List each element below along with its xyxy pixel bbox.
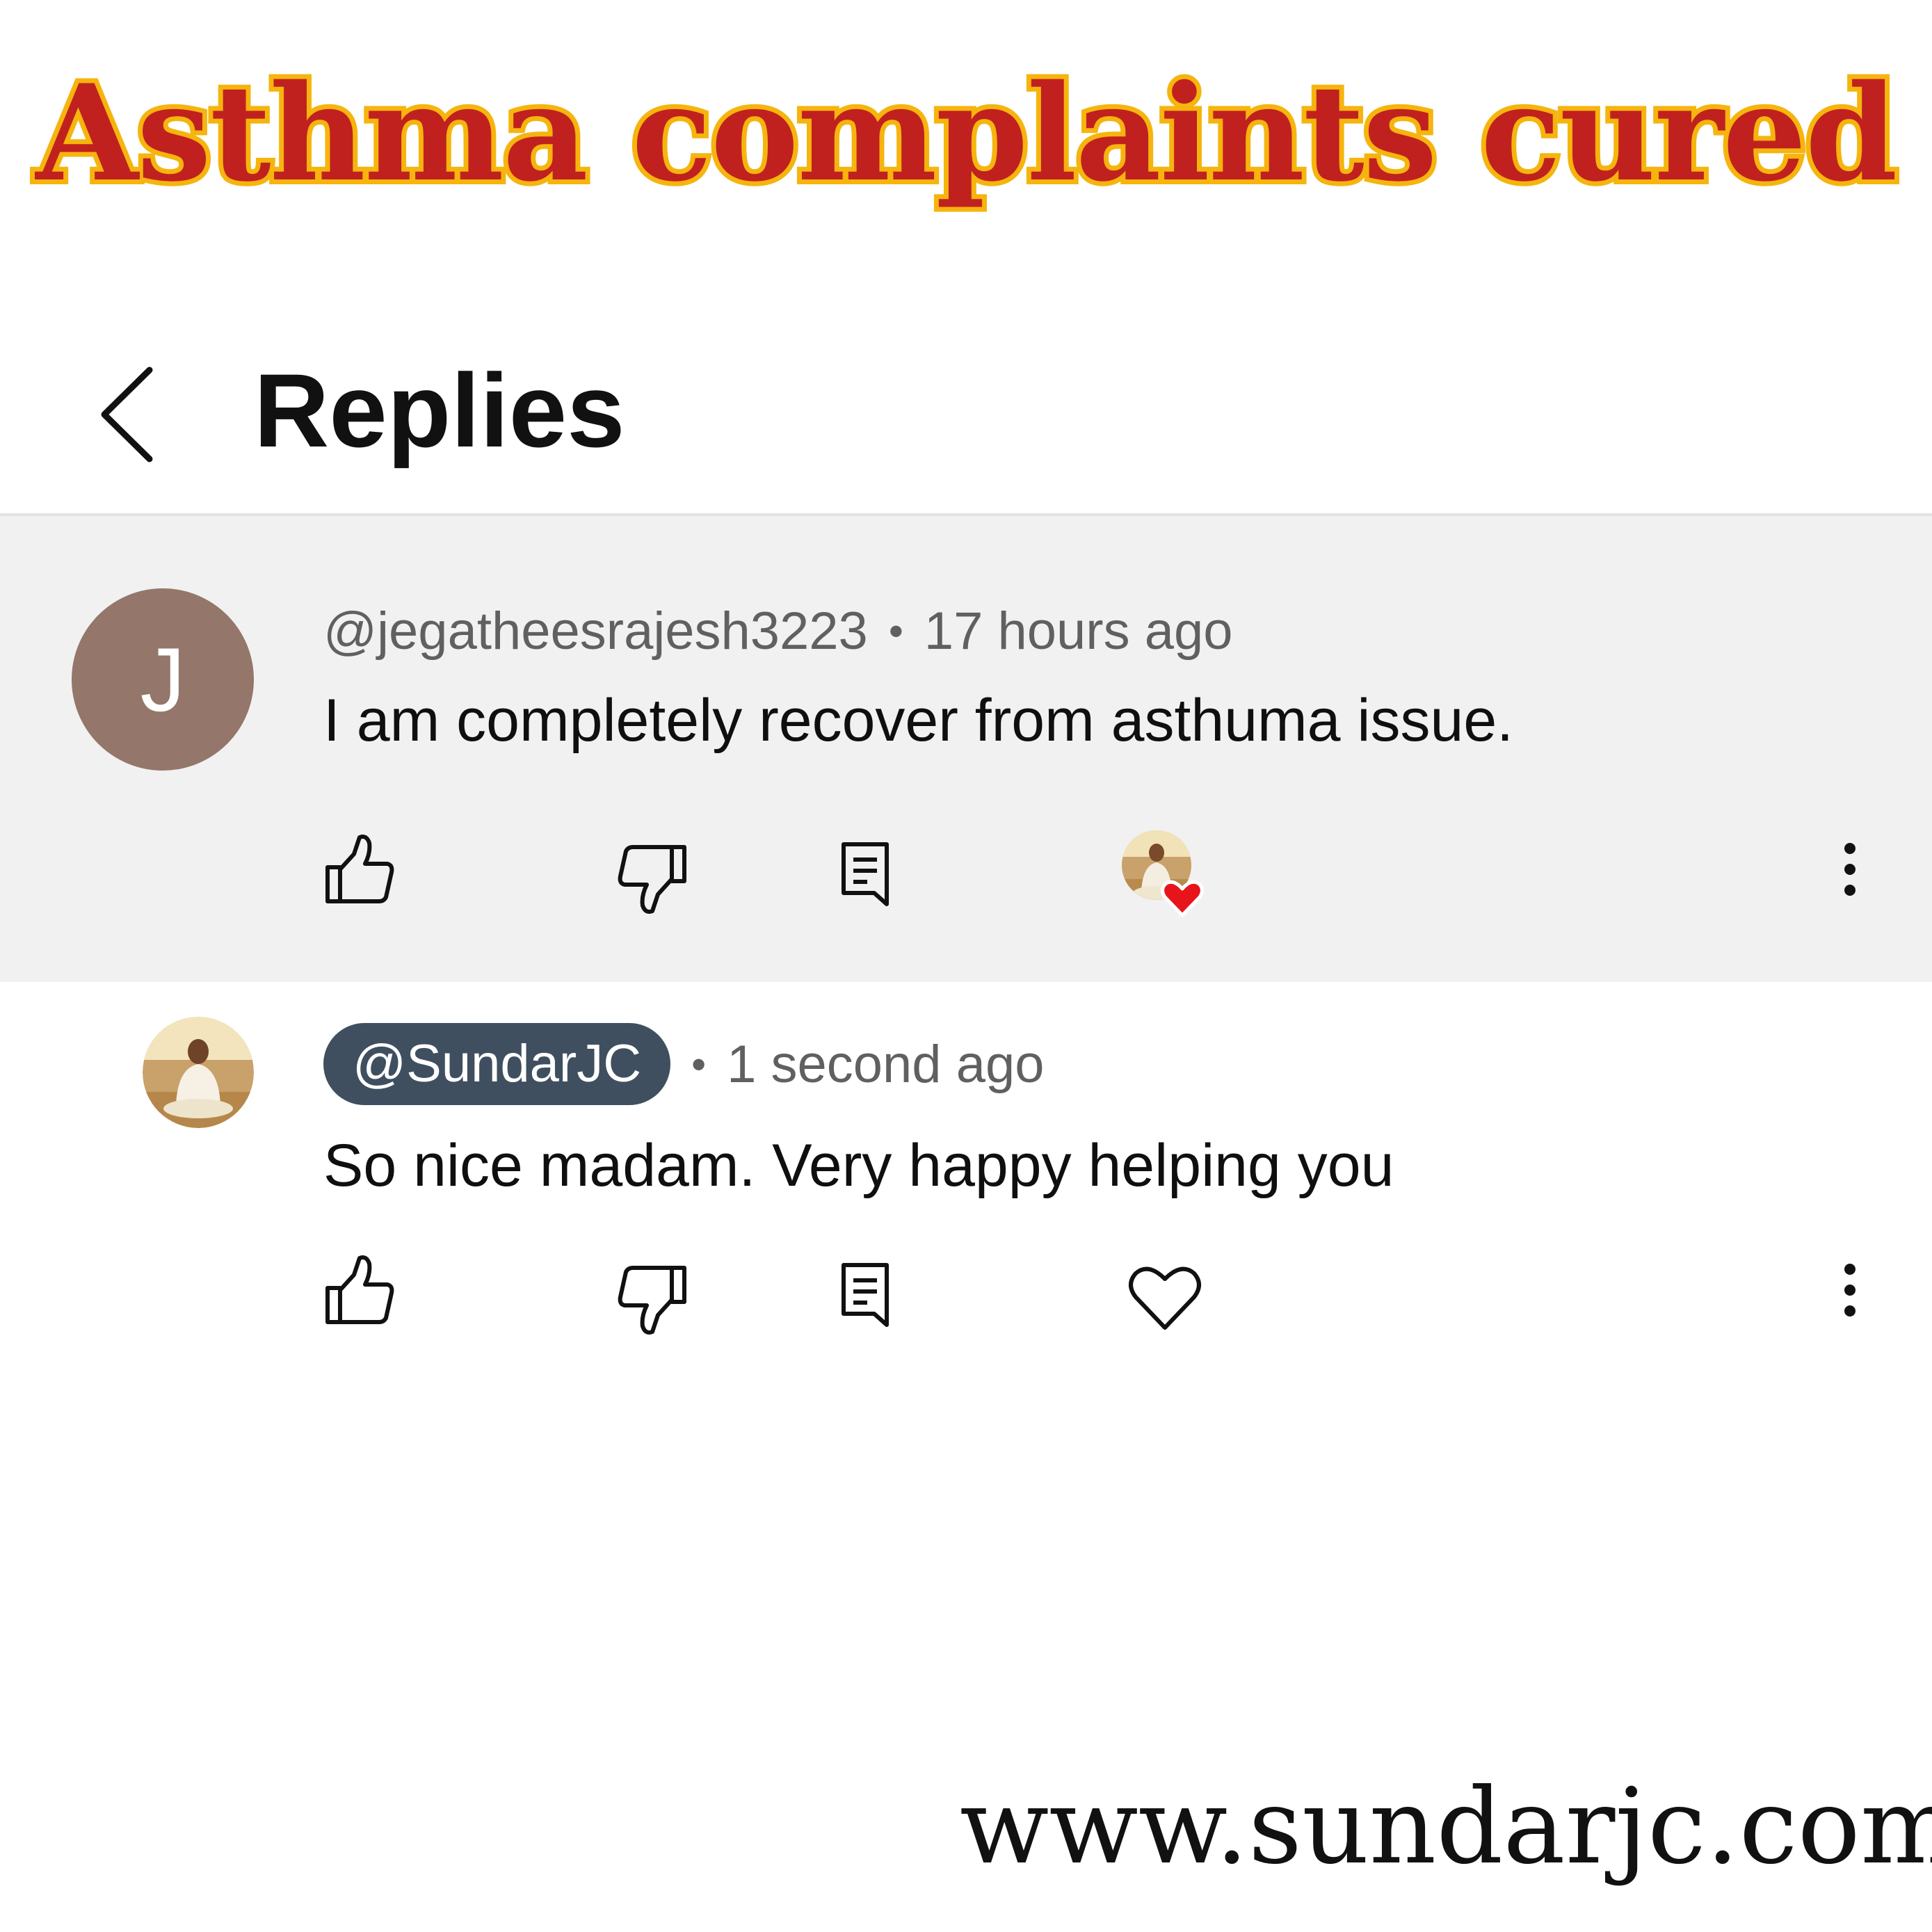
meta-separator: • xyxy=(888,607,903,654)
dislike-button[interactable] xyxy=(612,829,689,919)
avatar[interactable] xyxy=(143,1017,254,1128)
header-bar: Replies xyxy=(0,313,1932,515)
reply-button[interactable] xyxy=(831,829,901,919)
comment-actions xyxy=(0,1250,1932,1340)
page: Asthma complaints cured Replies J @jegat… xyxy=(0,0,1932,1932)
reply-button[interactable] xyxy=(831,1250,901,1340)
page-title: Replies xyxy=(254,352,625,469)
avatar[interactable]: J xyxy=(72,588,254,771)
thumbs-down-icon xyxy=(618,845,686,914)
avatar-photo-image xyxy=(143,1017,254,1128)
heart-button[interactable] xyxy=(1116,1250,1214,1340)
back-button[interactable] xyxy=(83,341,188,487)
chevron-left-icon xyxy=(101,367,153,462)
banner-title: Asthma complaints cured xyxy=(31,51,1902,216)
comment-meta: @jegatheesrajesh3223 • 17 hours ago xyxy=(323,593,1233,669)
thumbs-down-icon xyxy=(618,1266,686,1335)
comment-meta: @SundarJC • 1 second ago xyxy=(323,1022,1045,1106)
meta-separator: • xyxy=(691,1040,707,1088)
more-options-button[interactable] xyxy=(1826,1250,1874,1340)
reply-icon xyxy=(842,842,889,906)
more-vert-icon xyxy=(1844,843,1855,896)
like-button[interactable] xyxy=(323,829,400,919)
more-vert-icon xyxy=(1844,1264,1855,1317)
reply-icon xyxy=(842,1263,889,1327)
comment-parent: J @jegatheesrajesh3223 • 17 hours ago I … xyxy=(0,516,1932,982)
comment-time: 1 second ago xyxy=(727,1034,1045,1094)
comment-time: 17 hours ago xyxy=(924,601,1233,661)
like-button[interactable] xyxy=(323,1250,400,1340)
creator-heart-icon xyxy=(1122,830,1204,917)
thumbs-up-icon xyxy=(325,1255,394,1324)
author-handle[interactable]: @jegatheesrajesh3223 xyxy=(323,601,868,661)
more-options-button[interactable] xyxy=(1826,829,1874,919)
comment-reply: @SundarJC • 1 second ago So nice madam. … xyxy=(0,982,1932,1413)
creator-heart[interactable] xyxy=(1116,829,1214,919)
dislike-button[interactable] xyxy=(612,1250,689,1340)
comment-text: So nice madam. Very happy helping you xyxy=(323,1132,1394,1199)
website-watermark: www.sundarjc.com xyxy=(960,1766,1932,1887)
creator-author-chip[interactable]: @SundarJC xyxy=(323,1023,671,1105)
comment-actions xyxy=(0,829,1932,919)
comment-text: I am completely recover from asthuma iss… xyxy=(323,687,1514,754)
thumbs-up-icon xyxy=(325,835,394,903)
heart-outline-icon xyxy=(1129,1266,1201,1330)
